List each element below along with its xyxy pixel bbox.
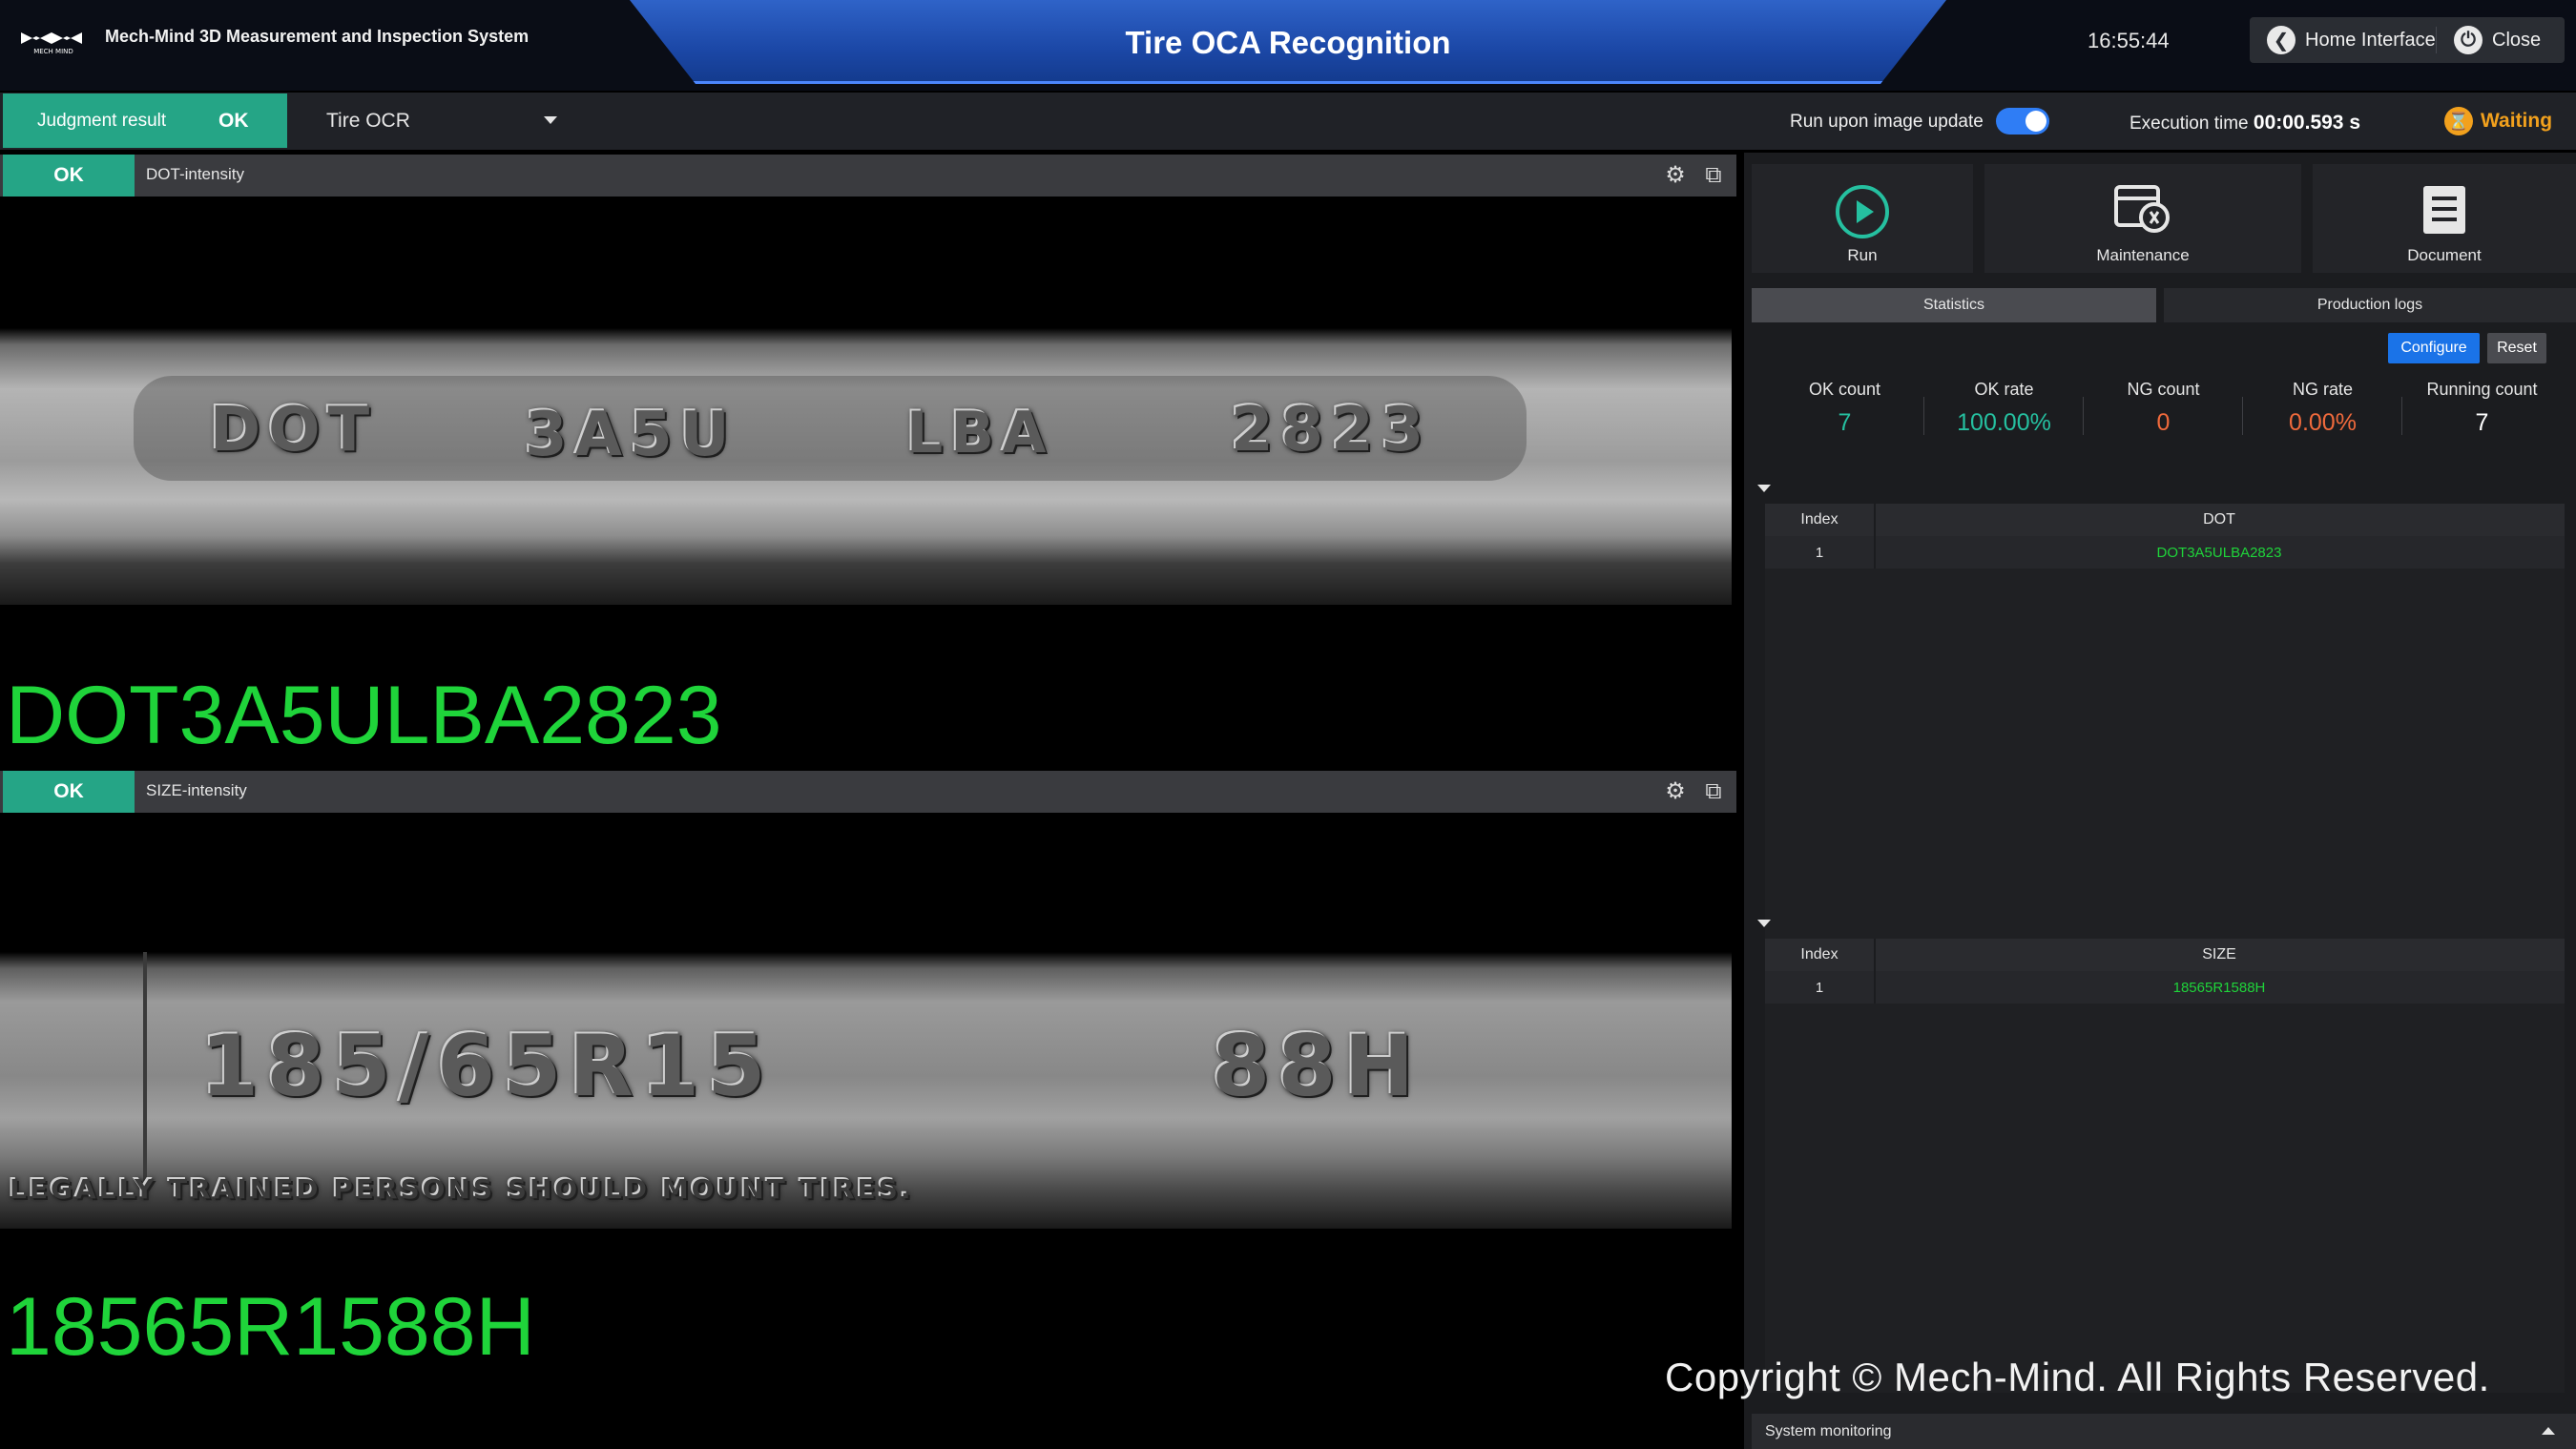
tire-embossed-code: 3A5U	[525, 400, 737, 470]
toolbar: Judgment result OK Tire OCR Run upon ima…	[0, 93, 2576, 150]
hourglass-icon: ⌛	[2444, 107, 2473, 135]
dot-collapse-caret-icon[interactable]	[1757, 485, 1771, 492]
close-label: Close	[2492, 29, 2542, 51]
home-interface-label: Home Interface	[2305, 29, 2436, 51]
size-ok-badge: OK	[3, 771, 135, 813]
tire-embossed-plant: LBA	[906, 400, 1054, 466]
size-panel-body: 185/65R15 88H LEGALLY TRAINED PERSONS SH…	[0, 813, 1732, 1449]
stat-running-count: Running count 7	[2426, 380, 2538, 436]
tire-embossed-load: 88H	[1212, 1017, 1423, 1115]
right-panel: Run Maintenance Document Statistics Prod…	[1744, 153, 2576, 1449]
judgment-value: OK	[218, 109, 249, 132]
run-button[interactable]: Run	[1752, 164, 1973, 273]
system-monitoring-label: System monitoring	[1765, 1422, 1892, 1439]
play-icon	[1836, 185, 1889, 238]
dot-panel-header: OK DOT-intensity ⚙ ⧉	[0, 155, 1736, 197]
dot-ocr-result: DOT3A5ULBA2823	[6, 670, 722, 761]
dot-ok-badge: OK	[3, 155, 135, 197]
stat-ok-rate: OK rate 100.00%	[1924, 370, 2084, 454]
system-monitoring-bar[interactable]: System monitoring	[1752, 1414, 2576, 1449]
document-label: Document	[2407, 246, 2482, 264]
copyright-watermark: Copyright © Mech-Mind. All Rights Reserv…	[1665, 1355, 2490, 1399]
home-interface-button[interactable]: ❮ Home Interface	[2267, 17, 2436, 63]
tab-production-logs[interactable]: Production logs	[2164, 288, 2576, 322]
size-table-header: Index SIZE	[1765, 939, 2565, 971]
document-icon	[2423, 186, 2465, 234]
dot-tire-image: DOT 3A5U LBA 2823	[0, 328, 1732, 605]
clock: 16:55:44	[2088, 29, 2170, 52]
dot-panel-title: DOT-intensity	[146, 165, 244, 183]
tire-embossed-date: 2823	[1231, 395, 1432, 466]
run-upon-update-toggle[interactable]	[1996, 108, 2049, 135]
size-panel-header: OK SIZE-intensity ⚙ ⧉	[0, 771, 1736, 813]
maintenance-label: Maintenance	[2096, 246, 2190, 264]
header-button-group: ❮ Home Interface ⏻ Close	[2250, 17, 2565, 63]
mech-mind-logo: MECH MIND	[17, 27, 90, 55]
tire-embossed-warning: LEGALLY TRAINED PERSONS SHOULD MOUNT TIR…	[10, 1173, 914, 1205]
execution-time-value: 00:00.593 s	[2253, 112, 2361, 134]
page-title: Tire OCA Recognition	[1125, 25, 1451, 60]
maintenance-button[interactable]: Maintenance	[1984, 164, 2301, 273]
execution-time: Execution time 00:00.593 s	[2129, 112, 2360, 135]
reset-button[interactable]: Reset	[2487, 333, 2546, 363]
stat-ng-count: NG count 0	[2084, 370, 2243, 454]
settings-gear-icon[interactable]: ⚙	[1662, 778, 1689, 805]
tire-embossed-size: 185/65R15	[200, 1017, 774, 1115]
chevron-down-icon	[544, 116, 557, 124]
svg-text:MECH MIND: MECH MIND	[33, 48, 73, 55]
dot-panel-body: DOT 3A5U LBA 2823 DOT3A5ULBA2823	[0, 197, 1732, 765]
close-button[interactable]: ⏻ Close	[2454, 17, 2541, 63]
right-tabs: Statistics Production logs	[1752, 288, 2576, 322]
maintenance-icon	[2114, 185, 2170, 233]
stat-ng-rate: NG rate 0.00%	[2243, 370, 2402, 454]
back-arrow-icon: ❮	[2267, 26, 2296, 54]
size-table: Index SIZE 1 18565R1588H	[1765, 939, 2565, 1393]
configure-button[interactable]: Configure	[2388, 333, 2480, 363]
toggle-knob	[2025, 111, 2046, 132]
status-indicator: ⌛ Waiting	[2444, 107, 2552, 135]
size-ocr-result: 18565R1588H	[6, 1281, 535, 1373]
size-panel-title: SIZE-intensity	[146, 781, 247, 799]
project-select[interactable]: Tire OCR	[288, 93, 586, 148]
judgment-result: Judgment result OK	[3, 93, 287, 148]
execution-time-label: Execution time	[2129, 114, 2249, 134]
status-text: Waiting	[2481, 110, 2553, 132]
divider	[2436, 27, 2437, 53]
project-select-value: Tire OCR	[326, 109, 410, 132]
run-upon-update-label: Run upon image update	[1790, 112, 1984, 132]
table-row[interactable]: 1 18565R1588H	[1765, 971, 2565, 1004]
table-row[interactable]: 1 DOT3A5ULBA2823	[1765, 536, 2565, 569]
statistics-summary: OK count 7 OK rate 100.00% NG count 0 NG…	[1765, 370, 2565, 454]
judgment-label: Judgment result	[37, 110, 167, 131]
document-button[interactable]: Document	[2313, 164, 2576, 273]
size-collapse-caret-icon[interactable]	[1757, 920, 1771, 927]
settings-gear-icon[interactable]: ⚙	[1662, 162, 1689, 189]
power-icon: ⏻	[2454, 26, 2483, 54]
stat-ok-count: OK count 7	[1765, 370, 1924, 454]
tire-embossed-dot: DOT	[210, 395, 378, 466]
dot-table-header: Index DOT	[1765, 504, 2565, 536]
run-label: Run	[1847, 246, 1878, 264]
chevron-up-icon	[2542, 1427, 2555, 1435]
external-link-icon[interactable]: ⧉	[1700, 778, 1727, 805]
external-link-icon[interactable]: ⧉	[1700, 162, 1727, 189]
tab-statistics[interactable]: Statistics	[1752, 288, 2156, 322]
app-name: Mech-Mind 3D Measurement and Inspection …	[105, 27, 530, 46]
size-tire-image: 185/65R15 88H LEGALLY TRAINED PERSONS SH…	[0, 952, 1732, 1229]
